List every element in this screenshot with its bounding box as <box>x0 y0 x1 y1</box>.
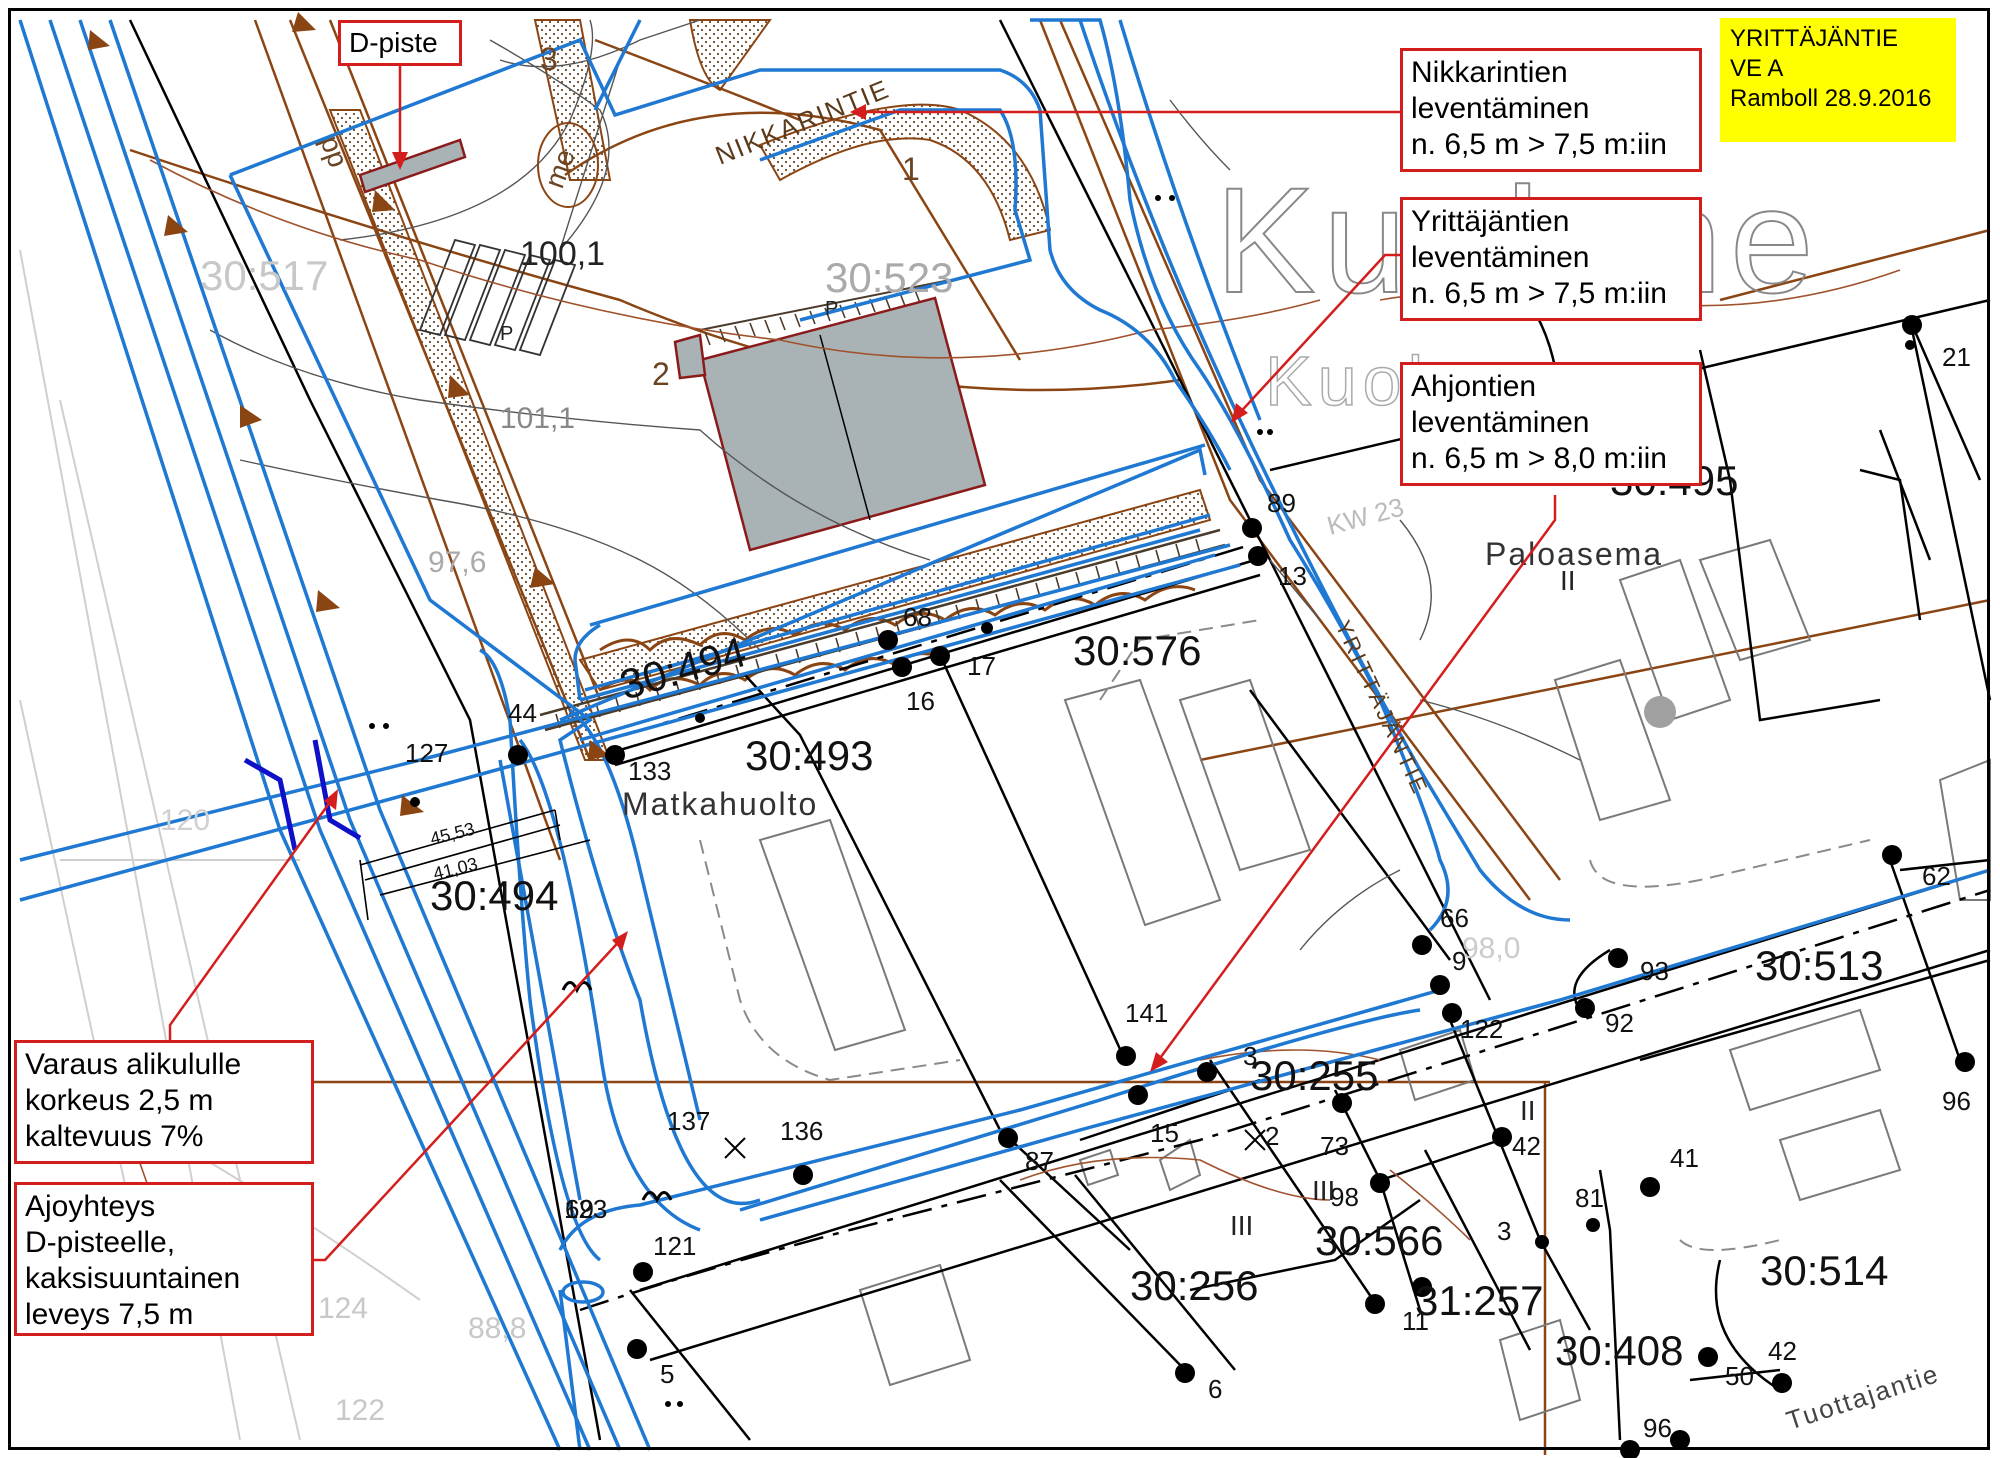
callout-nikkarintie: Nikkarintien leventäminen n. 6,5 m > 7,5… <box>1400 48 1702 172</box>
parcel-label: 30:523 <box>825 254 953 301</box>
point-number: 50 <box>1725 1361 1754 1391</box>
elevation: 98,0 <box>1462 932 1520 965</box>
callout-d-piste: D-piste <box>338 20 462 66</box>
point-number: 6 <box>1208 1374 1222 1404</box>
point-number: 93 <box>1640 956 1669 986</box>
project-title-line-1: YRITTÄJÄNTIE <box>1730 25 1899 52</box>
plan-mark-iii: III <box>1312 1175 1335 1206</box>
plan-mark-iii: III <box>1230 1210 1253 1241</box>
callout-yrittajantie-line-1: Yrittäjäntien <box>1411 205 1570 238</box>
point-number: 127 <box>405 738 448 768</box>
bus-stop-symbols <box>561 981 673 1204</box>
callout-ajoyhteys-line-4: leveys 7,5 m <box>25 1298 194 1331</box>
point-number: 2 <box>1265 1121 1279 1151</box>
point-number: 73 <box>1320 1131 1349 1161</box>
point-number: 89 <box>1267 488 1296 518</box>
elevation: 122 <box>335 1394 385 1427</box>
point-number: 13 <box>1278 561 1307 591</box>
callout-ajoyhteys: Ajoyhteys D-pisteelle, kaksisuuntainen l… <box>14 1182 314 1336</box>
parcel-label: 30:576 <box>1073 627 1201 674</box>
callout-alikulku-line-2: korkeus 2,5 m <box>25 1084 214 1117</box>
point-number: 66 <box>1440 903 1469 933</box>
point-number: 96 <box>1942 1086 1971 1116</box>
elevation: 100,1 <box>520 235 605 273</box>
elevation: 101,1 <box>500 402 575 435</box>
callout-yrittajantie: Yrittäjäntien leventäminen n. 6,5 m > 7,… <box>1400 197 1702 321</box>
project-title-line-2: VE A <box>1730 55 1784 82</box>
callout-ajoyhteys-line-2: D-pisteelle, <box>25 1226 176 1259</box>
callout-alikulku-line-3: kaltevuus 7% <box>25 1120 204 1153</box>
plan-mark-2: 2 <box>652 356 670 392</box>
point-number: 3 <box>1243 1041 1257 1071</box>
callout-nikkarintie-line-3: n. 6,5 m > 7,5 m:iin <box>1411 128 1667 161</box>
point-number: 81 <box>1575 1183 1604 1213</box>
parcel-label: 31:257 <box>1415 1277 1543 1324</box>
callout-ahjontie-line-2: leventäminen <box>1411 406 1590 439</box>
parcel-label: 30:514 <box>1760 1247 1888 1294</box>
callout-ahjontie-line-3: n. 6,5 m > 8,0 m:iin <box>1411 442 1667 475</box>
elevation: 124 <box>318 1292 368 1325</box>
callout-nikkarintie-line-1: Nikkarintien <box>1411 56 1568 89</box>
plan-mark-ii: II <box>1560 565 1576 596</box>
point-number: 137 <box>667 1106 710 1136</box>
point-number: 16 <box>906 686 935 716</box>
callout-alikulku: Varaus alikululle korkeus 2,5 m kaltevuu… <box>14 1040 314 1164</box>
project-title-box: YRITTÄJÄNTIE VE A Ramboll 28.9.2016 <box>1720 18 1956 142</box>
point-number: 133 <box>628 756 671 786</box>
parcel-label: 30:408 <box>1555 1327 1683 1374</box>
dimension-label: 45,53 <box>428 819 477 849</box>
plan-mark-1: 1 <box>902 151 920 187</box>
point-number: 3 <box>1497 1216 1511 1246</box>
kw-label: KW 23 <box>1324 492 1407 541</box>
point-number: 11 <box>1402 1306 1429 1336</box>
point-number: 21 <box>1942 342 1971 372</box>
point-number: 68 <box>903 602 932 632</box>
parcel-label: 30:517 <box>200 252 328 299</box>
parcel-label: 30:255 <box>1250 1052 1378 1099</box>
callout-ahjontie: Ahjontien leventäminen n. 6,5 m > 8,0 m:… <box>1400 362 1702 486</box>
point-number: 92 <box>1605 1008 1634 1038</box>
elevation: 88,8 <box>468 1312 526 1345</box>
callout-ajoyhteys-line-3: kaksisuuntainen <box>25 1262 241 1295</box>
point-number: 42 <box>1512 1131 1541 1161</box>
point-number: 42 <box>1768 1336 1797 1366</box>
project-title-line-3: Ramboll 28.9.2016 <box>1730 85 1932 112</box>
point-number: 44 <box>508 698 537 728</box>
callout-alikulku-line-1: Varaus alikululle <box>25 1048 242 1081</box>
point-number: 62 <box>1922 861 1951 891</box>
point-number: 69 <box>565 1194 594 1224</box>
point-number: 122 <box>1460 1014 1503 1044</box>
plan-mark-p: P <box>825 298 838 320</box>
parcel-label: 30:493 <box>745 732 873 779</box>
elevation: 97,6 <box>428 546 486 579</box>
plan-mark-3: 3 <box>540 41 558 77</box>
parcel-label: 30:513 <box>1755 942 1883 989</box>
building-30523-annex <box>673 333 707 380</box>
point-number: 121 <box>653 1231 696 1261</box>
elevation: 120 <box>160 804 210 837</box>
point-number: 136 <box>780 1116 823 1146</box>
matkahuolto-label: Matkahuolto <box>622 786 818 822</box>
callout-ahjontie-line-1: Ahjontien <box>1411 370 1537 403</box>
callout-nikkarintie-line-2: leventäminen <box>1411 92 1590 125</box>
point-number: 41 <box>1670 1143 1699 1173</box>
callout-yrittajantie-line-3: n. 6,5 m > 7,5 m:iin <box>1411 277 1667 310</box>
point-number: 5 <box>660 1359 674 1389</box>
parcel-label: 30:256 <box>1130 1262 1258 1309</box>
parcel-label: 30:566 <box>1315 1217 1443 1264</box>
plan-mark-ii: II <box>1520 1095 1536 1126</box>
point-number: 15 <box>1150 1118 1179 1148</box>
buildings-gray <box>358 138 987 552</box>
point-number: 96 <box>1643 1413 1672 1443</box>
point-number: 141 <box>1125 998 1168 1028</box>
point-number: 87 <box>1025 1146 1054 1176</box>
point-number: 17 <box>967 651 996 681</box>
tuottajantie-road-label: Tuottajantie <box>1783 1358 1943 1436</box>
plan-mark-p: P <box>500 323 513 345</box>
callout-d-piste-text: D-piste <box>349 27 438 58</box>
callout-yrittajantie-line-2: leventäminen <box>1411 241 1590 274</box>
callout-ajoyhteys-line-1: Ajoyhteys <box>25 1190 156 1223</box>
